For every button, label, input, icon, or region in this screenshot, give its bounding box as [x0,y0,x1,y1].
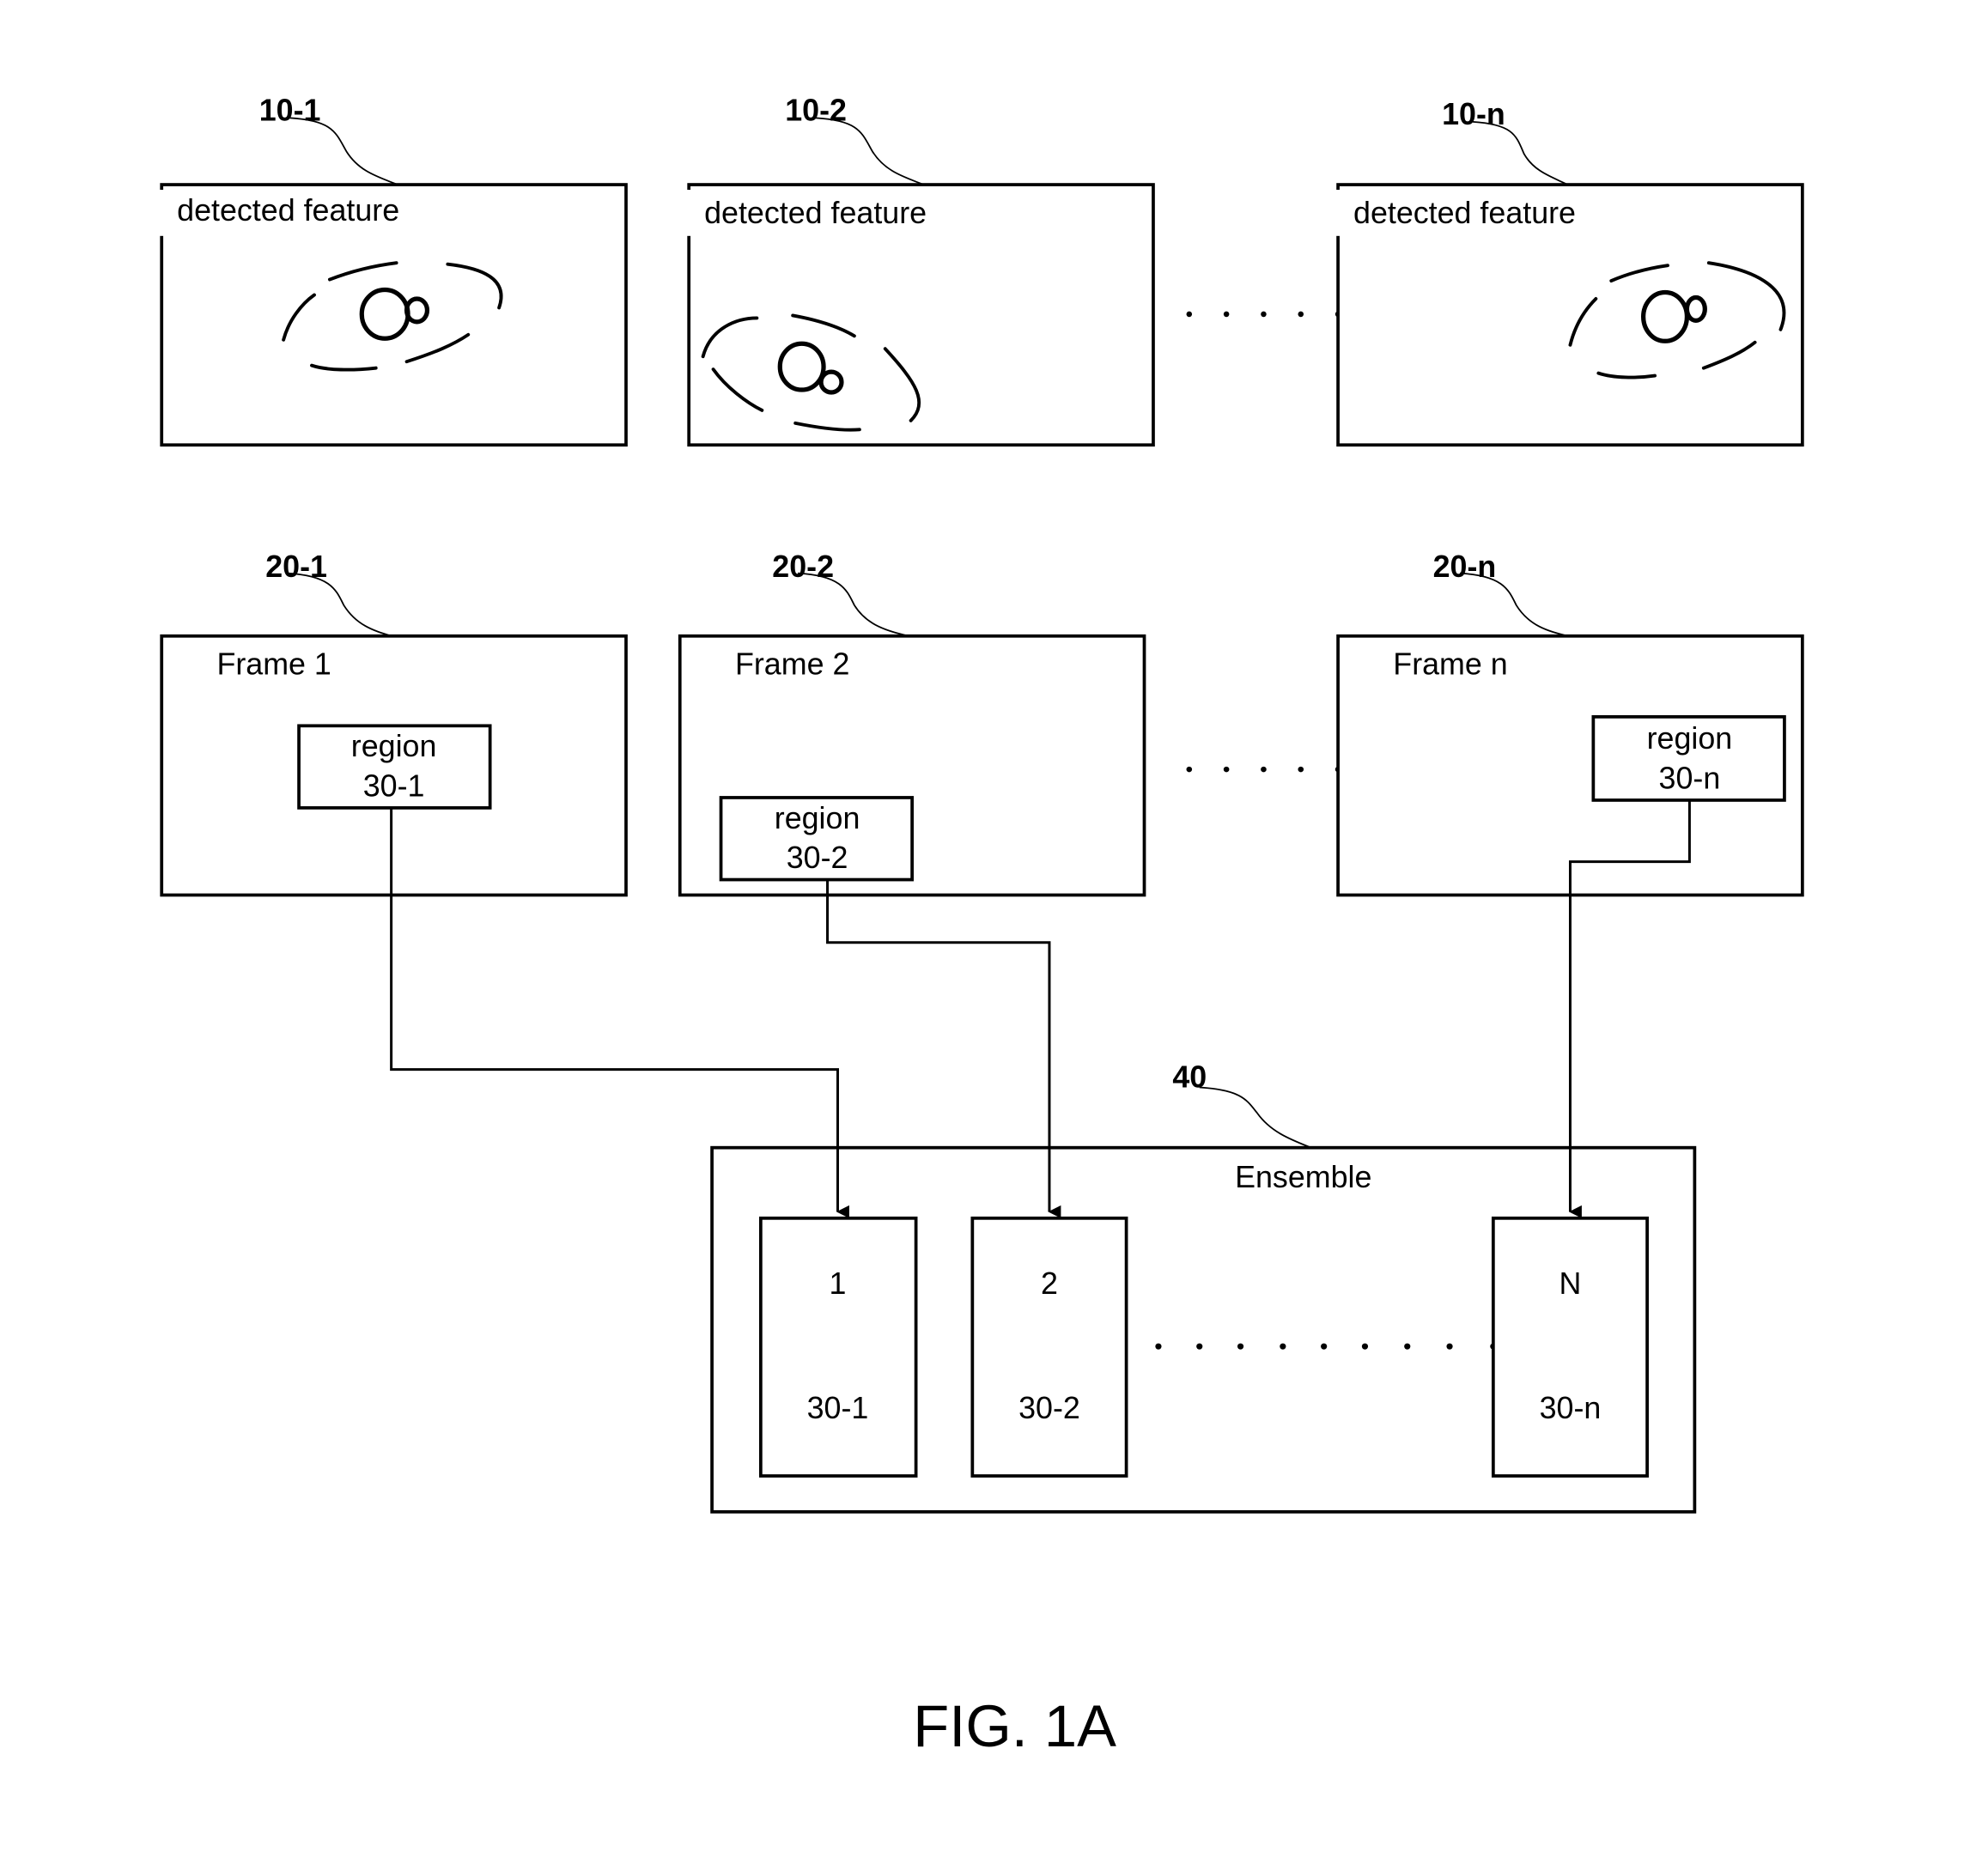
leader-line [1199,1086,1312,1149]
frame-panel-2: 20-2 Frame 2 region 30-2 [678,549,1146,897]
diagram-canvas: 10-1 detected feature 10-2 detected feat… [156,93,1804,1759]
region-id: 30-1 [363,768,425,803]
ellipsis-row-1 [1186,311,1341,318]
member-region-id: 30-2 [1018,1391,1080,1425]
ellipsis-ensemble [1155,1343,1497,1350]
member-region-id: 30-n [1540,1391,1602,1425]
feature-panel-n: 10-n detected feature [1333,97,1804,447]
frame-title: Frame 1 [216,647,331,682]
caption-gap [1333,190,1344,236]
reference-numeral: 40 [1172,1059,1207,1094]
caption-gap [684,190,695,236]
member-index: 1 [830,1266,847,1301]
figure-label: FIG. 1A [913,1693,1116,1759]
feature-panel-1: 10-1 detected feature [156,93,628,447]
region-id: 30-2 [787,841,848,875]
member-box [970,1216,1128,1478]
panel-caption: detected feature [177,193,399,228]
region-id: 30-n [1659,762,1721,796]
ellipsis-row-2 [1186,766,1341,773]
reference-numeral: 20-n [1433,549,1497,584]
ensemble-member-n: N 30-n [1491,1216,1649,1478]
reference-numeral: 10-2 [785,93,847,127]
reference-numeral: 10-1 [259,93,321,127]
member-index: N [1559,1266,1582,1301]
region-word: region [775,801,860,835]
ensemble-title: Ensemble [1235,1160,1371,1194]
caption-gap [156,190,167,236]
connector-30-2-to-member-2 [826,879,1061,1218]
frame-title: Frame 2 [735,647,849,682]
member-box [758,1216,918,1478]
frame-title: Frame n [1393,647,1507,682]
reference-numeral: 20-2 [772,549,834,584]
reference-numeral: 10-n [1442,97,1505,131]
member-index: 2 [1041,1266,1058,1301]
leader-line [289,117,398,185]
connector-30-n-to-member-n [1568,799,1691,1218]
region-word: region [1647,721,1733,756]
frame-panel-1: 20-1 Frame 1 region 30-1 [160,549,628,897]
frame-panel-n: 20-n Frame n region 30-n [1336,549,1804,897]
member-box [1491,1216,1649,1478]
member-region-id: 30-1 [807,1391,869,1425]
ensemble-member-1: 1 30-1 [758,1216,918,1478]
region-word: region [351,729,437,763]
panel-caption: detected feature [1353,196,1576,230]
feature-panel-2: 10-2 detected feature [684,93,1155,447]
leader-line [816,117,924,185]
panel-caption: detected feature [704,196,927,230]
ensemble-panel: 40 Ensemble 1 30-1 2 30-2 N 30-n [710,1059,1697,1514]
ensemble-member-2: 2 30-2 [970,1216,1128,1478]
